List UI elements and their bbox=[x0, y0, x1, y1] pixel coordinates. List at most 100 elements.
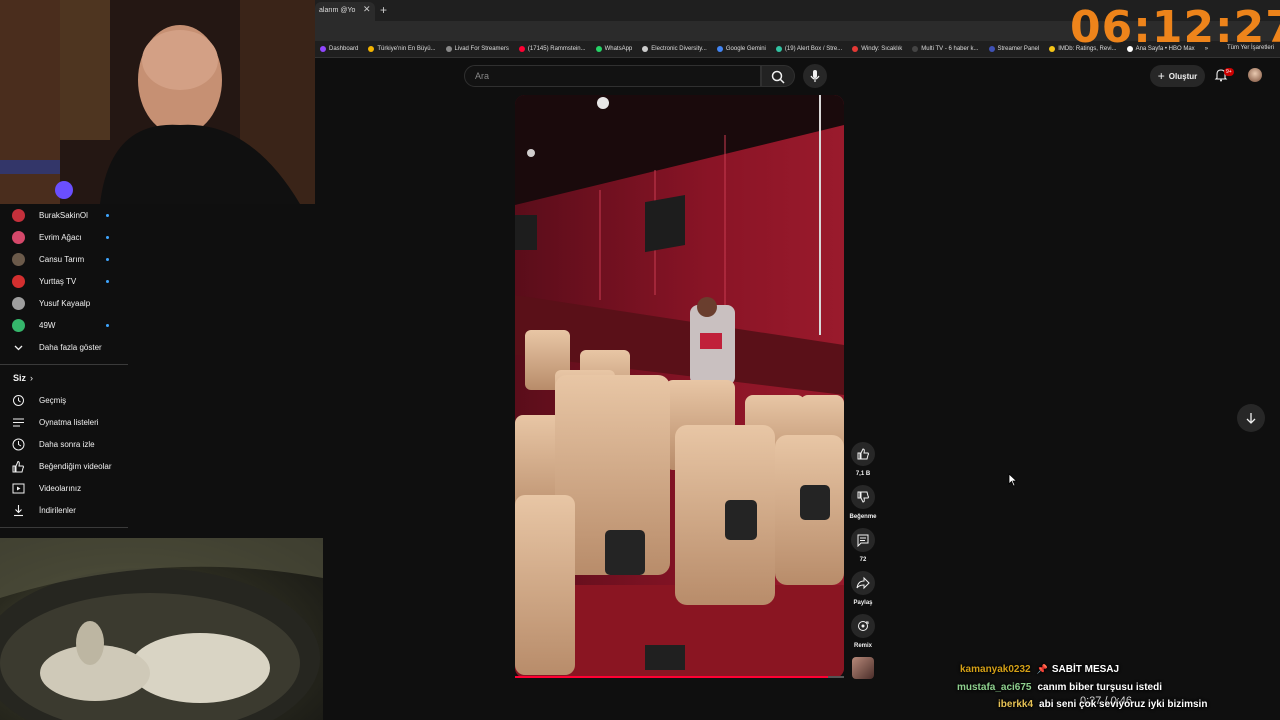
bookmark-item[interactable]: Windy: Sıcaklık bbox=[847, 46, 907, 52]
new-content-dot bbox=[106, 279, 109, 283]
bookmark-item[interactable]: (19) Alert Box / Stre... bbox=[771, 46, 847, 52]
bookmark-item[interactable]: Multi TV - 6 haber k... bbox=[907, 46, 983, 52]
dislike-label: Beğenme bbox=[849, 514, 877, 520]
chat-text: abi seni çok seviyoruz iyki bizimsin bbox=[1039, 699, 1208, 710]
sidebar-you-item[interactable]: Daha sonra izle bbox=[0, 433, 128, 455]
bookmark-label: (19) Alert Box / Stre... bbox=[784, 46, 843, 52]
bookmark-label: Türkiye'nin En Büyü... bbox=[377, 46, 436, 52]
remix-icon bbox=[858, 621, 869, 631]
watch-later-icon bbox=[12, 438, 25, 451]
bookmark-label: Windy: Sıcaklık bbox=[861, 46, 903, 52]
sidebar-subscription-item[interactable]: Cansu Tarım bbox=[0, 248, 128, 270]
sidebar-you-item[interactable]: İndirilenler bbox=[0, 499, 128, 521]
share-label: Paylaş bbox=[853, 600, 873, 606]
browser-tab-title: alarım @Yo bbox=[319, 7, 356, 14]
sidebar-item-label: Geçmiş bbox=[39, 395, 67, 405]
sidebar-you-heading[interactable]: Siz › bbox=[0, 367, 128, 389]
bookmark-label: Dashboard bbox=[329, 46, 359, 52]
create-button[interactable]: + Oluştur bbox=[1150, 65, 1205, 87]
bookmark-favicon-icon bbox=[988, 46, 995, 52]
sidebar-item-label: 49W bbox=[39, 320, 56, 330]
sidebar-divider bbox=[0, 364, 128, 365]
new-tab-icon[interactable]: + bbox=[380, 3, 387, 17]
like-button[interactable] bbox=[851, 442, 875, 466]
tab-close-icon[interactable]: ✕ bbox=[363, 4, 371, 15]
bookmark-favicon-icon bbox=[445, 46, 452, 52]
mouse-cursor-icon bbox=[1008, 473, 1018, 487]
sidebar-item-label: Evrim Ağacı bbox=[39, 232, 82, 242]
sidebar-item-label: Daha sonra izle bbox=[39, 439, 95, 449]
sidebar-divider bbox=[0, 527, 128, 528]
sidebar-you-item[interactable]: Beğendiğim videolar bbox=[0, 455, 128, 477]
share-icon bbox=[856, 576, 870, 590]
video-progress-fill bbox=[515, 676, 828, 678]
short-video-player[interactable] bbox=[515, 95, 844, 678]
bookmark-favicon-icon bbox=[912, 46, 919, 52]
sidebar-item-label: Oynatma listeleri bbox=[39, 417, 99, 427]
comments-button[interactable] bbox=[851, 528, 875, 552]
share-button[interactable] bbox=[851, 571, 875, 595]
bookmark-item[interactable]: Streamer Panel bbox=[984, 46, 1045, 52]
bookmark-favicon-icon bbox=[852, 46, 859, 52]
remix-button[interactable] bbox=[851, 614, 875, 638]
bookmark-favicon-icon bbox=[595, 46, 602, 52]
bookmark-label: WhatsApp bbox=[604, 46, 633, 52]
voice-search-button[interactable] bbox=[803, 64, 827, 88]
bookmark-item[interactable]: Livad For Streamers bbox=[441, 46, 514, 52]
sidebar-subscription-item[interactable]: Yurttaş TV bbox=[0, 270, 128, 292]
search-icon bbox=[771, 70, 785, 84]
bookmark-item[interactable]: Electronic Diversity... bbox=[637, 46, 712, 52]
sidebar-subscription-item[interactable]: 49W bbox=[0, 314, 128, 336]
bookmark-item[interactable]: Google Gemini bbox=[712, 46, 771, 52]
your-videos-icon bbox=[12, 482, 25, 495]
bookmark-favicon-icon bbox=[716, 46, 723, 52]
bookmark-favicon-icon bbox=[775, 46, 782, 52]
bookmark-item[interactable]: (17145) Rammstein... bbox=[514, 46, 591, 52]
bookmark-favicon-icon bbox=[518, 46, 525, 52]
channel-avatar bbox=[12, 274, 25, 288]
bookmark-item[interactable]: WhatsApp bbox=[591, 46, 638, 52]
search-input[interactable]: Ara bbox=[464, 65, 761, 87]
chevron-down-icon bbox=[12, 341, 25, 354]
notification-badge: 9+ bbox=[1224, 68, 1234, 76]
arrow-down-icon bbox=[1246, 413, 1256, 424]
bookmark-favicon-icon bbox=[320, 46, 326, 52]
sidebar-item-label: Yurttaş TV bbox=[39, 276, 77, 286]
sidebar-you-item[interactable]: Oynatma listeleri bbox=[0, 411, 128, 433]
sidebar-you-item[interactable]: Geçmiş bbox=[0, 389, 128, 411]
bookmark-favicon-icon bbox=[368, 46, 375, 52]
next-short-button[interactable] bbox=[1237, 404, 1265, 432]
new-content-dot bbox=[106, 323, 109, 327]
remix-label: Remix bbox=[853, 643, 872, 649]
thumb-down-icon bbox=[857, 491, 869, 503]
plus-icon: + bbox=[1157, 69, 1165, 83]
video-progress-bar[interactable] bbox=[515, 676, 844, 678]
pet-webcam bbox=[0, 538, 323, 720]
chevron-right-icon: › bbox=[30, 373, 33, 383]
search-placeholder: Ara bbox=[475, 71, 490, 81]
comment-count: 72 bbox=[859, 557, 867, 563]
sidebar-you-label: Siz bbox=[13, 373, 27, 383]
bookmark-item[interactable]: Türkiye'nin En Büyü... bbox=[363, 46, 440, 52]
like-count: 7,1 B bbox=[855, 471, 871, 477]
pet-webcam-image bbox=[0, 538, 323, 720]
sidebar-subscription-item[interactable]: BurakSakinOl bbox=[0, 204, 128, 226]
sidebar-item-label: Yusuf Kayaalp bbox=[39, 298, 91, 308]
sidebar-subscription-item[interactable]: Yusuf Kayaalp bbox=[0, 292, 128, 314]
bookmark-label: Streamer Panel bbox=[997, 46, 1040, 52]
bookmark-label: Multi TV - 6 haber k... bbox=[921, 46, 979, 52]
account-avatar[interactable] bbox=[1248, 68, 1262, 82]
dislike-button[interactable] bbox=[851, 485, 875, 509]
search-button[interactable] bbox=[761, 65, 795, 87]
show-more-button[interactable]: Daha fazla göster bbox=[0, 336, 128, 358]
sidebar-item-label: BurakSakinOl bbox=[39, 210, 88, 220]
bookmark-item[interactable]: Dashboard bbox=[315, 46, 363, 52]
sidebar-you-item[interactable]: Videolarınız bbox=[0, 477, 128, 499]
create-label: Oluştur bbox=[1168, 71, 1198, 81]
sound-thumbnail[interactable] bbox=[852, 657, 874, 679]
chat-username: mustafa_aci675 bbox=[957, 682, 1032, 693]
new-content-dot bbox=[106, 235, 109, 239]
liked-icon bbox=[12, 460, 25, 473]
new-content-dot bbox=[106, 257, 109, 261]
sidebar-subscription-item[interactable]: Evrim Ağacı bbox=[0, 226, 128, 248]
